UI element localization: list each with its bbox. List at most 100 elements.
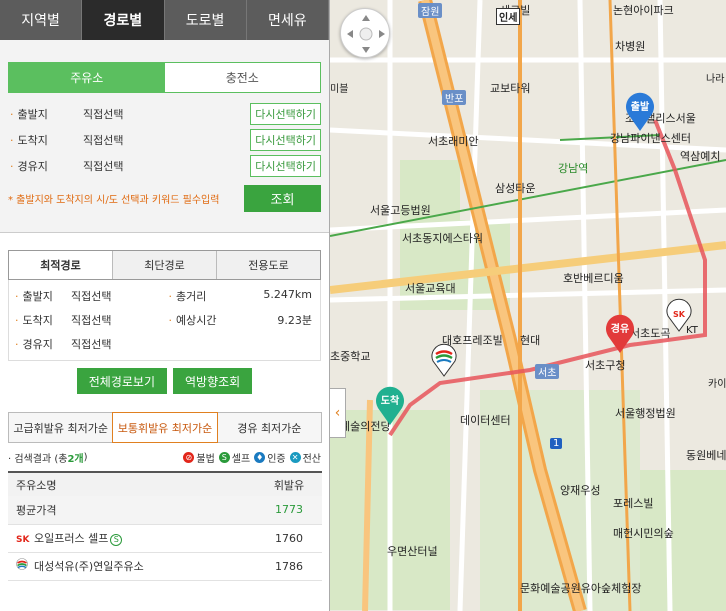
station-table: 주유소명 휘발유 평균가격 1773 SK 오일프러스 셀프 S 1760 대성석유… — [8, 471, 322, 581]
average-price: 1773 — [248, 496, 322, 525]
map-label: 교보타워 — [490, 82, 531, 95]
result-suffix: ) — [83, 452, 88, 463]
map-pan-control[interactable] — [340, 8, 390, 58]
route-result: 최적경로 최단경로 전용도로 출발지직접선택 총거리 5.247km 도착지직접선… — [0, 233, 329, 394]
full-route-button[interactable]: 전체경로보기 — [76, 368, 168, 394]
tab-regular-lowest[interactable]: 보통휘발유 최저가순 — [112, 412, 218, 443]
top-tab-bar: 지역별 경로별 도로별 면세유 — [0, 0, 329, 40]
gas-station-marker[interactable] — [430, 343, 458, 377]
map-label: 차병원 — [615, 40, 646, 53]
start-pin[interactable]: 출발 — [623, 90, 657, 132]
collapse-panel-button[interactable]: ‹ — [330, 388, 346, 438]
map-label: 미블 — [330, 84, 349, 95]
via-label: 경유지 — [8, 158, 83, 174]
gas-station-marker[interactable]: SK — [665, 298, 693, 332]
map-label: 매헌시민의숲 — [613, 527, 674, 540]
map-label: 논현아이파크 — [613, 4, 674, 17]
table-row[interactable]: 대성석유(주)연일주유소 1786 — [8, 552, 322, 581]
legend-self: 셀프 — [231, 454, 251, 465]
info-start-label: 출발지 — [15, 288, 71, 304]
required-notice: * 출발지와 도착지의 시/도 선택과 키워드 필수입력 — [8, 195, 220, 206]
expressway-badge: 1 — [550, 438, 563, 449]
average-row: 평균가격 1773 — [8, 496, 322, 525]
table-row[interactable]: SK 오일프러스 셀프 S 1760 — [8, 524, 322, 553]
info-time-value: 9.23분 — [277, 314, 312, 327]
info-distance-value: 5.247km — [263, 288, 312, 301]
info-end-value: 직접선택 — [71, 314, 112, 327]
electronic-icon: ✕ — [289, 452, 301, 463]
tab-gas-station[interactable]: 주유소 — [9, 63, 165, 92]
ic-badge: 반포 — [442, 90, 467, 105]
search-button[interactable]: 조회 — [244, 185, 321, 212]
via-reselect-button[interactable]: 다시선택하기 — [250, 155, 321, 177]
certified-icon: ♦ — [254, 452, 266, 463]
hyundai-oilbank-icon — [16, 558, 34, 573]
map-label: 데이터센터 — [460, 414, 511, 427]
tab-optimal-route[interactable]: 최적경로 — [9, 251, 112, 279]
station-price: 1760 — [248, 524, 322, 553]
map-label: 서초구청 — [585, 359, 626, 372]
legend-certified: 인증 — [267, 454, 286, 465]
map-label: 문화예술공원유아숲체험장 — [520, 582, 642, 595]
route-info: 출발지직접선택 총거리 5.247km 도착지직접선택 예상시간 9.23분 경유지… — [8, 280, 321, 361]
result-prefix: · 검색결과 (총 — [8, 454, 68, 465]
map-label: 포레스빌 — [613, 497, 654, 510]
self-icon: S — [110, 533, 123, 546]
map-label: 서울고등법원 — [370, 204, 431, 217]
legend-electronic: 전산 — [302, 454, 321, 465]
via-value: 직접선택 — [83, 160, 124, 173]
end-reselect-button[interactable]: 다시선택하기 — [250, 129, 321, 151]
ic-badge: 잠원 — [418, 3, 443, 18]
svg-text:SK: SK — [673, 310, 686, 319]
map-label: 우면산터널 — [387, 545, 438, 558]
map-label: 삼성타운 — [495, 182, 536, 195]
sk-brand-icon: SK — [16, 535, 30, 545]
end-row: 도착지 직접선택 다시선택하기 — [8, 127, 321, 153]
reverse-route-button[interactable]: 역방향조회 — [173, 368, 253, 394]
map-label: 양재우성 — [560, 484, 601, 497]
map-label: 서초동지에스타워 — [402, 232, 483, 245]
start-value: 직접선택 — [83, 108, 124, 121]
info-end-label: 도착지 — [15, 312, 71, 328]
header-gasoline: 휘발유 — [248, 471, 322, 496]
map-label: 동원베네 — [686, 449, 726, 462]
info-via-label: 경유지 — [15, 336, 71, 352]
end-value: 직접선택 — [83, 134, 124, 147]
via-pin[interactable]: 경유 — [603, 312, 637, 354]
tab-charging-station[interactable]: 충전소 — [165, 63, 321, 92]
route-type-tabs: 최적경로 최단경로 전용도로 — [8, 250, 321, 280]
tab-taxfree[interactable]: 면세유 — [247, 0, 329, 40]
end-pin[interactable]: 도착 — [373, 384, 407, 426]
result-count: 2개 — [67, 454, 84, 465]
tab-region[interactable]: 지역별 — [0, 0, 83, 40]
map-label: 나라 — [706, 74, 725, 85]
header-station-name: 주유소명 — [8, 471, 248, 496]
fuel-type-tabs: 주유소 충전소 — [8, 62, 321, 93]
end-label: 도착지 — [8, 132, 83, 148]
average-label: 평균가격 — [8, 496, 248, 525]
map-label: 역삼예치 — [680, 150, 721, 163]
start-reselect-button[interactable]: 다시선택하기 — [250, 103, 321, 125]
via-row: 경유지 직접선택 다시선택하기 — [8, 153, 321, 179]
tab-diesel-lowest[interactable]: 경유 최저가순 — [216, 412, 322, 443]
pan-arrows-icon — [347, 15, 385, 53]
info-distance-label: 총거리 — [169, 288, 225, 304]
map-label: 서울교육대 — [405, 282, 456, 295]
ic-badge: 서초 — [535, 364, 560, 379]
tab-road[interactable]: 도로별 — [165, 0, 247, 40]
map-label: 초중학교 — [330, 350, 371, 363]
start-row: 출발지 직접선택 다시선택하기 — [8, 101, 321, 127]
tab-premium-lowest[interactable]: 고급휘발유 최저가순 — [8, 412, 114, 443]
via-pin-label: 경유 — [610, 324, 630, 335]
tab-shortest-route[interactable]: 최단경로 — [112, 251, 216, 279]
price-sort-tabs: 고급휘발유 최저가순 보통휘발유 최저가순 경유 최저가순 — [8, 412, 322, 443]
tab-route[interactable]: 경로별 — [82, 0, 165, 40]
station-name[interactable]: 오일프러스 셀프 — [34, 532, 108, 545]
route-filter: 주유소 충전소 출발지 직접선택 다시선택하기 도착지 직접선택 다시선택하기 … — [0, 40, 329, 233]
tab-expressway[interactable]: 전용도로 — [216, 251, 320, 279]
map-label: 강남파이낸스센터 — [610, 132, 691, 145]
map-label: 카이 — [708, 379, 726, 390]
station-name[interactable]: 대성석유(주)연일주유소 — [34, 560, 144, 573]
map-label: 서울행정법원 — [615, 407, 676, 420]
station-price: 1786 — [248, 552, 322, 581]
